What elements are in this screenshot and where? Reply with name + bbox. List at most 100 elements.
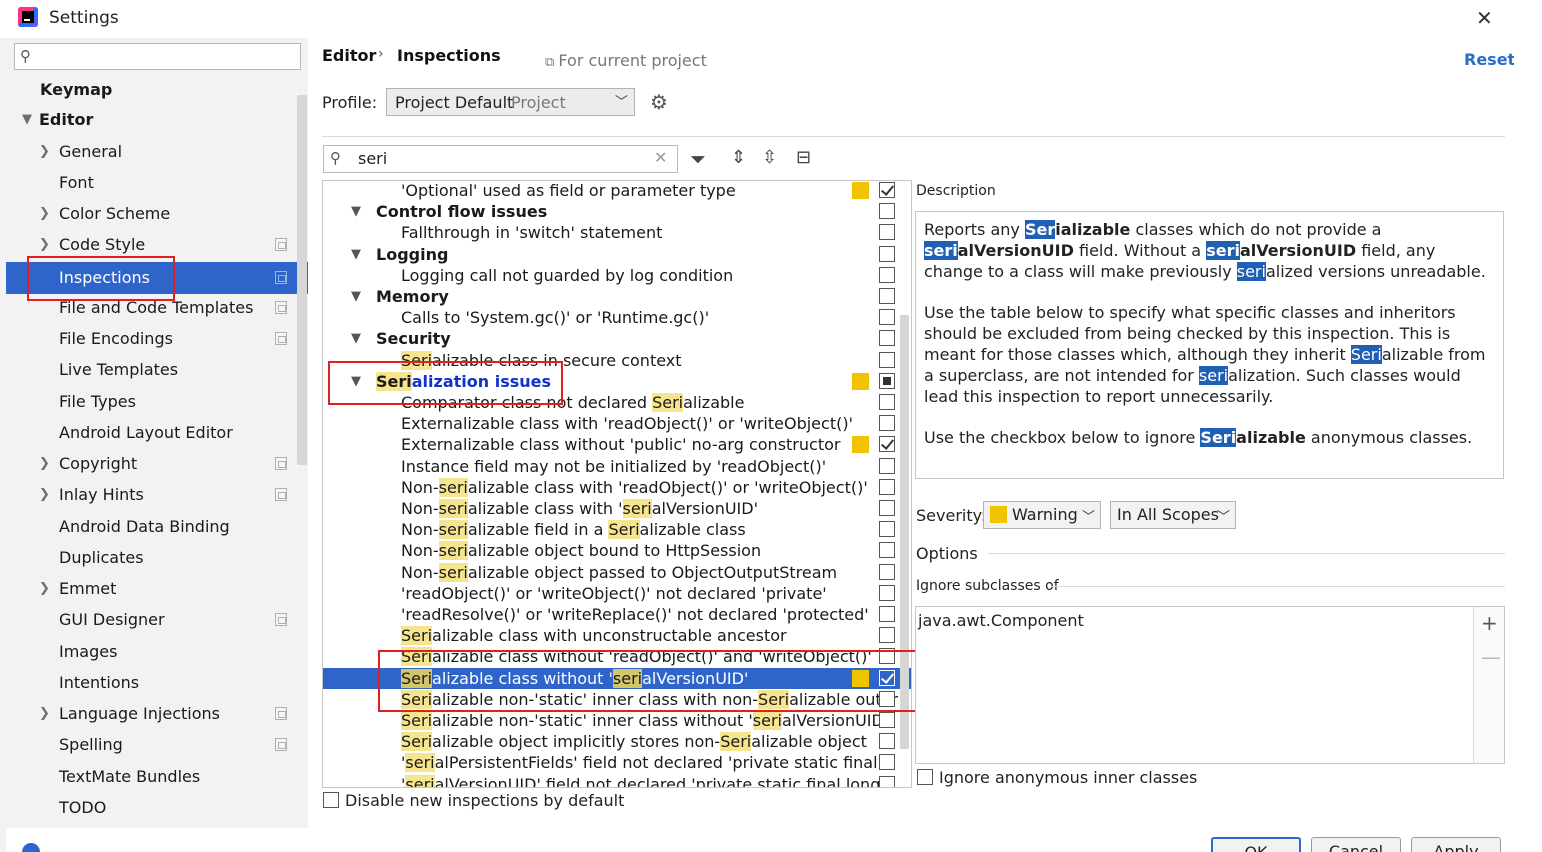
inspection-enabled-checkbox[interactable] xyxy=(879,775,895,787)
tree-row[interactable]: Calls to 'System.gc()' or 'Runtime.gc()' xyxy=(323,307,911,328)
clear-icon[interactable]: ✕ xyxy=(654,148,667,167)
sidebar-item-spelling[interactable]: Spelling xyxy=(6,731,308,759)
sidebar-item-language-injections[interactable]: ❯ Language Injections xyxy=(6,700,308,728)
tree-row[interactable]: 'readObject()' or 'writeObject()' not de… xyxy=(323,583,911,604)
inspection-enabled-checkbox[interactable] xyxy=(879,712,895,728)
filter-funnel-icon[interactable]: ⏷ xyxy=(690,147,706,171)
sidebar-item-intentions[interactable]: Intentions xyxy=(6,669,308,697)
tree-group-row[interactable]: ▼ Logging xyxy=(323,244,911,265)
sidebar-item-font[interactable]: Font xyxy=(6,169,308,197)
inspection-enabled-checkbox[interactable] xyxy=(879,500,895,516)
sidebar-scrollbar[interactable] xyxy=(297,95,307,465)
sidebar-item-code-style[interactable]: ❯ Code Style xyxy=(6,231,308,259)
inspection-enabled-checkbox[interactable] xyxy=(879,521,895,538)
inspection-enabled-checkbox[interactable] xyxy=(879,182,895,198)
sidebar-item-todo[interactable]: TODO xyxy=(6,794,308,822)
sidebar-item-color-scheme[interactable]: ❯ Color Scheme xyxy=(6,200,308,228)
sidebar-item-emmet[interactable]: ❯ Emmet xyxy=(6,575,308,603)
chevron-right-icon[interactable]: ❯ xyxy=(39,575,50,603)
inspection-enabled-checkbox[interactable] xyxy=(879,203,895,220)
tree-row[interactable]: 'Optional' used as field or parameter ty… xyxy=(323,181,911,201)
inspection-enabled-checkbox[interactable] xyxy=(879,351,895,368)
inspection-enabled-checkbox[interactable] xyxy=(879,542,895,559)
tree-row[interactable]: Non-serializable class with 'readObject(… xyxy=(323,477,911,498)
inspection-enabled-checkbox[interactable] xyxy=(879,288,895,304)
settings-search-input[interactable] xyxy=(14,43,301,70)
chevron-down-icon[interactable]: ▼ xyxy=(22,106,32,134)
tree-row[interactable]: Non-serializable object passed to Object… xyxy=(323,562,911,583)
tree-row[interactable]: Logging call not guarded by log conditio… xyxy=(323,265,911,286)
sidebar-item-android-data-binding[interactable]: Android Data Binding xyxy=(6,513,308,541)
inspection-enabled-checkbox[interactable] xyxy=(879,309,895,326)
tree-row[interactable]: Non-serializable object bound to HttpSes… xyxy=(323,540,911,561)
apply-button[interactable]: Apply xyxy=(1411,837,1501,852)
tree-row[interactable]: Externalizable class with 'readObject()'… xyxy=(323,413,911,434)
chevron-right-icon[interactable]: ❯ xyxy=(39,450,50,478)
chevron-down-icon[interactable]: ▼ xyxy=(351,201,361,222)
sidebar-item-images[interactable]: Images xyxy=(6,638,308,666)
tree-group-row[interactable]: ▼ Control flow issues xyxy=(323,201,911,222)
sidebar-item-file-encodings[interactable]: File Encodings xyxy=(6,325,308,353)
tree-group-row[interactable]: ▼ Memory xyxy=(323,286,911,307)
expand-all-icon[interactable]: ⇕ xyxy=(731,147,746,168)
inspection-enabled-checkbox[interactable] xyxy=(879,606,895,622)
close-icon[interactable]: ✕ xyxy=(1476,6,1493,30)
breadcrumb-editor[interactable]: Editor xyxy=(322,46,376,65)
chevron-right-icon[interactable]: ❯ xyxy=(39,200,50,228)
chevron-down-icon[interactable]: ▼ xyxy=(351,244,361,265)
inspection-enabled-checkbox[interactable] xyxy=(879,224,895,241)
chevron-right-icon[interactable]: ❯ xyxy=(39,700,50,728)
inspection-enabled-checkbox[interactable] xyxy=(879,754,895,771)
tree-row[interactable]: Non-serializable field in a Serializable… xyxy=(323,519,911,540)
tree-row[interactable]: Serializable object implicitly stores no… xyxy=(323,731,911,752)
sidebar-item-live-templates[interactable]: Live Templates xyxy=(6,356,308,384)
remove-icon[interactable]: — xyxy=(1481,645,1501,669)
inspection-enabled-checkbox[interactable] xyxy=(879,330,895,347)
collapse-all-icon[interactable]: ⇳ xyxy=(762,147,777,168)
tree-row[interactable]: 'serialPersistentFields' field not decla… xyxy=(323,752,911,773)
reset-to-default-icon[interactable]: ⊟ xyxy=(796,147,811,168)
sidebar-item-keymap[interactable]: Keymap xyxy=(6,76,308,104)
tree-row[interactable]: 'readResolve()' or 'writeReplace()' not … xyxy=(323,604,911,625)
chevron-down-icon[interactable]: ▼ xyxy=(351,286,361,307)
cancel-button[interactable]: Cancel xyxy=(1311,837,1401,852)
ok-button[interactable]: OK xyxy=(1211,837,1301,852)
sidebar-item-textmate-bundles[interactable]: TextMate Bundles xyxy=(6,763,308,791)
chevron-right-icon[interactable]: ❯ xyxy=(39,481,50,509)
chevron-right-icon[interactable]: ❯ xyxy=(39,231,50,259)
sidebar-item-general[interactable]: ❯ General xyxy=(6,138,308,166)
sidebar-item-inlay-hints[interactable]: ❯ Inlay Hints xyxy=(6,481,308,509)
tree-group-row[interactable]: ▼ Security xyxy=(323,328,911,349)
inspection-enabled-checkbox[interactable] xyxy=(879,478,895,495)
sidebar-item-editor[interactable]: ▼ Editor xyxy=(6,106,308,134)
inspection-enabled-checkbox[interactable] xyxy=(879,245,895,262)
sidebar-item-android-layout-editor[interactable]: Android Layout Editor xyxy=(6,419,308,447)
inspection-enabled-checkbox[interactable] xyxy=(879,394,895,410)
disable-new-inspections-checkbox[interactable] xyxy=(323,792,339,808)
reset-link[interactable]: Reset xyxy=(1464,50,1515,69)
ignore-anonymous-checkbox[interactable] xyxy=(917,769,933,785)
inspection-enabled-checkbox[interactable] xyxy=(879,563,895,580)
sidebar-item-copyright[interactable]: ❯ Copyright xyxy=(6,450,308,478)
tree-row[interactable]: Serializable class with unconstructable … xyxy=(323,625,911,646)
tree-row[interactable]: 'serialVersionUID' field not declared 'p… xyxy=(323,774,911,787)
filter-value[interactable]: seri xyxy=(358,149,387,168)
inspection-enabled-checkbox[interactable] xyxy=(879,733,895,750)
inspection-enabled-checkbox[interactable] xyxy=(879,457,895,474)
inspection-enabled-checkbox[interactable] xyxy=(879,372,895,389)
sidebar-item-file-types[interactable]: File Types xyxy=(6,388,308,416)
tree-row[interactable]: Non-serializable class with 'serialVersi… xyxy=(323,498,911,519)
sidebar-item-gui-designer[interactable]: GUI Designer xyxy=(6,606,308,634)
chevron-down-icon[interactable]: ▼ xyxy=(351,328,361,349)
tree-row[interactable]: Instance field may not be initialized by… xyxy=(323,456,911,477)
inspection-enabled-checkbox[interactable] xyxy=(879,415,895,432)
sidebar-item-duplicates[interactable]: Duplicates xyxy=(6,544,308,572)
add-icon[interactable]: + xyxy=(1481,611,1498,635)
tree-row[interactable]: Fallthrough in 'switch' statement xyxy=(323,222,911,243)
tree-row[interactable]: Externalizable class without 'public' no… xyxy=(323,434,911,455)
inspection-enabled-checkbox[interactable] xyxy=(879,436,895,453)
tree-row[interactable]: Serializable non-'static' inner class wi… xyxy=(323,710,911,731)
inspection-enabled-checkbox[interactable] xyxy=(879,266,895,283)
list-item[interactable]: java.awt.Component xyxy=(918,611,1084,630)
inspection-enabled-checkbox[interactable] xyxy=(879,627,895,644)
